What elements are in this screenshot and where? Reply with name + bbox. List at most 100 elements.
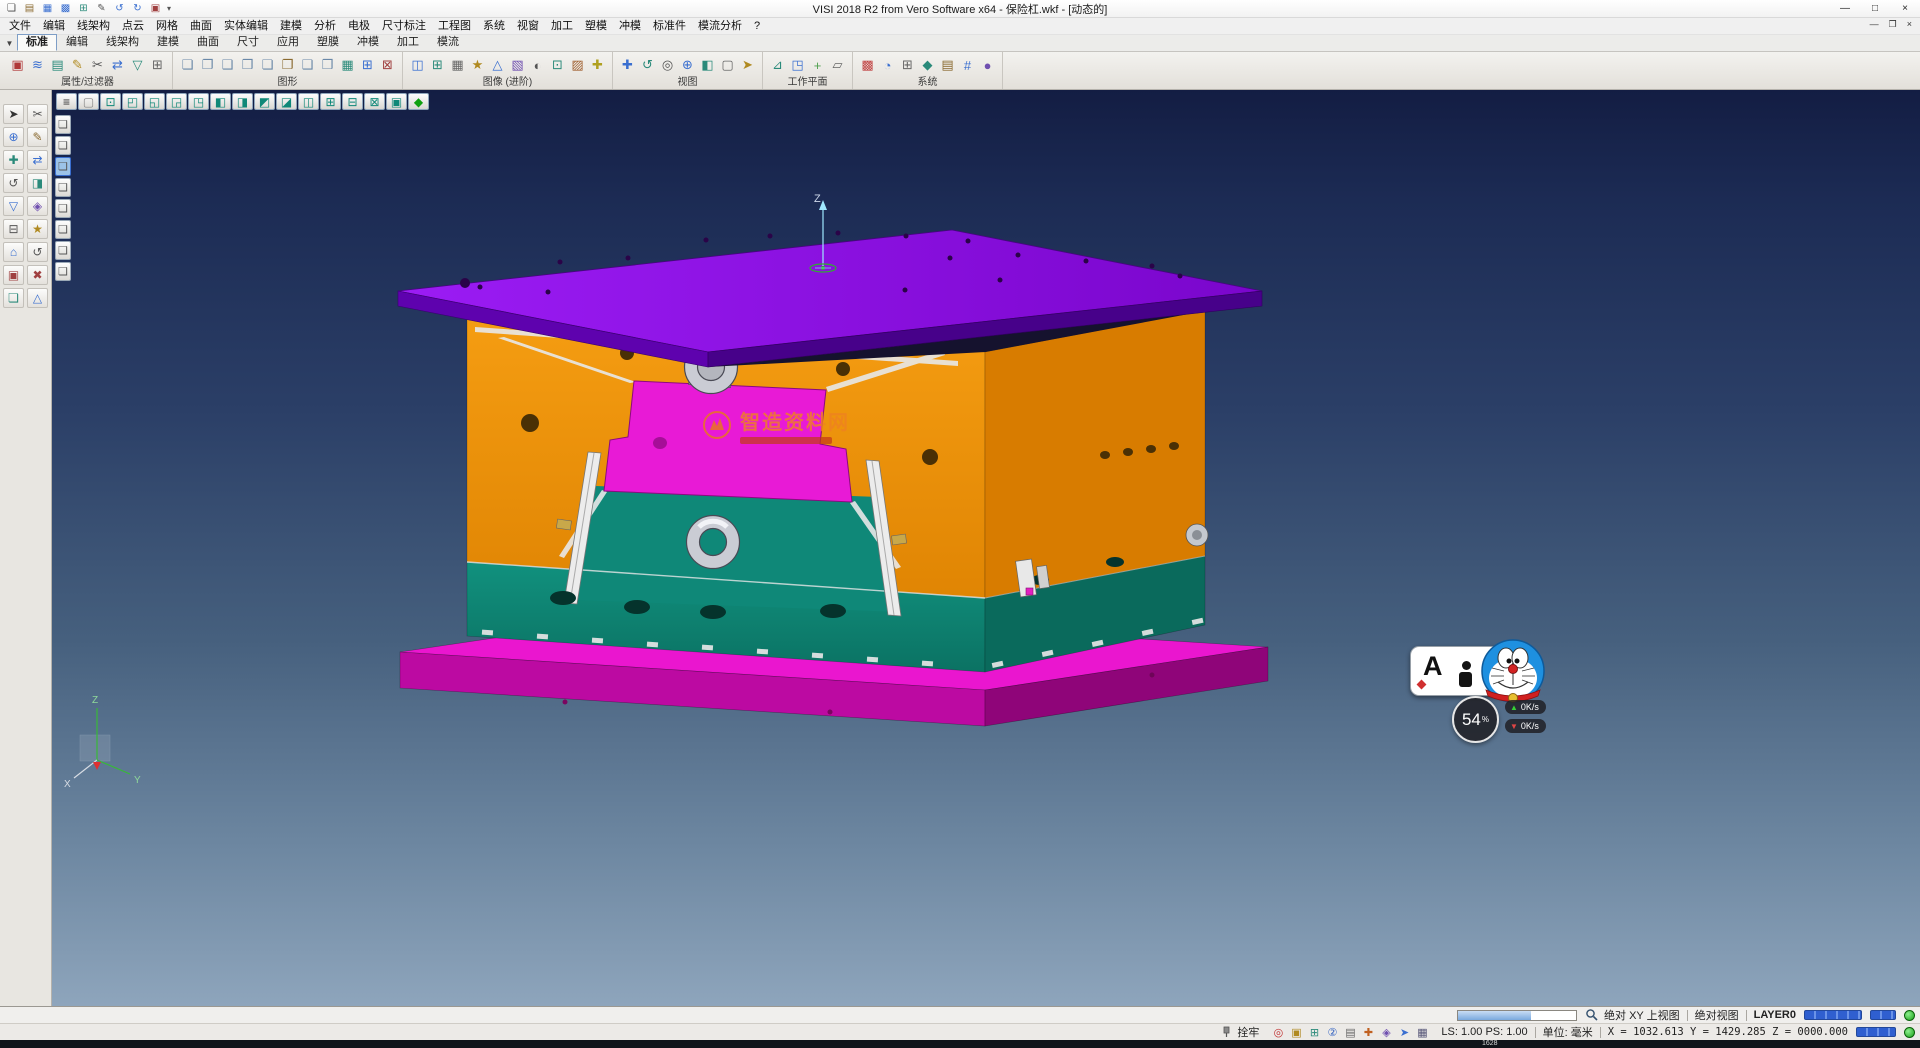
plane-xy[interactable]: ⊿ xyxy=(768,55,787,75)
minimize-button[interactable]: — xyxy=(1830,0,1860,18)
view-ne[interactable]: ◩ xyxy=(254,93,275,110)
edit-attrs[interactable]: ✎ xyxy=(68,55,87,75)
home-view[interactable]: ⌂ xyxy=(3,242,24,262)
menu-item[interactable]: 加工 xyxy=(545,18,579,34)
note-tool[interactable]: ❏ xyxy=(3,288,24,308)
percent-indicator[interactable]: 54% xyxy=(1452,696,1499,743)
view-blank[interactable]: ▢ xyxy=(78,93,99,110)
plane-free[interactable]: ▱ xyxy=(828,55,847,75)
view-top[interactable]: ◰ xyxy=(122,93,143,110)
target-status[interactable]: ◎ xyxy=(1270,1025,1286,1039)
lighting[interactable]: ✚ xyxy=(588,55,607,75)
view-front[interactable]: ◲ xyxy=(166,93,187,110)
calculator[interactable]: ⊞ xyxy=(898,55,917,75)
doc-slot-5[interactable]: ❏ xyxy=(55,199,71,218)
qat-undo[interactable]: ↺ xyxy=(111,1,128,16)
lock-label[interactable]: 拴牢 xyxy=(1237,1024,1259,1040)
units-label[interactable]: 单位: 毫米 xyxy=(1543,1024,1593,1040)
diamond-tool[interactable]: ◈ xyxy=(27,196,48,216)
clipboard-4[interactable]: ❒ xyxy=(238,55,257,75)
ribbon-tab[interactable]: 应用 xyxy=(268,34,308,51)
collapse-tool[interactable]: ⊟ xyxy=(3,219,24,239)
plus-status[interactable]: ✚ xyxy=(1360,1025,1376,1039)
snap-center[interactable]: ⊕ xyxy=(3,127,24,147)
menu-item[interactable]: 线架构 xyxy=(71,18,116,34)
render[interactable]: ⊡ xyxy=(548,55,567,75)
delete-tool[interactable]: ✖ xyxy=(27,265,48,285)
swap-filter[interactable]: ⇄ xyxy=(108,55,127,75)
favorite-tool[interactable]: ★ xyxy=(27,219,48,239)
ribbon-tab[interactable]: 加工 xyxy=(388,34,428,51)
clipboard-5[interactable]: ❏ xyxy=(258,55,277,75)
menu-item[interactable]: 尺寸标注 xyxy=(376,18,432,34)
ribbon-tab[interactable]: 标准 xyxy=(17,34,57,51)
wireframe-mode[interactable]: ⊞ xyxy=(428,55,447,75)
view-nw[interactable]: ◪ xyxy=(276,93,297,110)
qat-caret-icon[interactable]: ▾ xyxy=(164,4,174,13)
add-point[interactable]: ✚ xyxy=(3,150,24,170)
view-sw[interactable]: ◫ xyxy=(298,93,319,110)
menu-item[interactable]: 视窗 xyxy=(511,18,545,34)
qat-save[interactable]: ▦ xyxy=(39,1,56,16)
color-props[interactable]: ▣ xyxy=(8,55,27,75)
grid-settings[interactable]: # xyxy=(958,55,977,75)
view-iso[interactable]: ⊡ xyxy=(100,93,121,110)
view-mode-label[interactable]: 绝对视图 xyxy=(1695,1007,1739,1023)
clipboard-7[interactable]: ❑ xyxy=(298,55,317,75)
ribbon-tab[interactable]: 冲模 xyxy=(348,34,388,51)
half-shade[interactable]: ◨ xyxy=(27,173,48,193)
cut-tool[interactable]: ✂ xyxy=(27,104,48,124)
qat-import[interactable]: ⊞ xyxy=(75,1,92,16)
palette[interactable]: ▩ xyxy=(858,55,877,75)
delete-graphic[interactable]: ⊠ xyxy=(378,55,397,75)
shade-mode[interactable]: ◫ xyxy=(408,55,427,75)
doc-slot-4[interactable]: ❏ xyxy=(55,178,71,197)
qat-redo[interactable]: ↻ xyxy=(129,1,146,16)
database[interactable]: ▤ xyxy=(938,55,957,75)
view-se[interactable]: ⊞ xyxy=(320,93,341,110)
list-status[interactable]: ▤ xyxy=(1342,1025,1358,1039)
rotate-tool[interactable]: ↺ xyxy=(3,173,24,193)
view-orientation-label[interactable]: 绝对 XY 上视图 xyxy=(1604,1007,1680,1023)
render-options[interactable]: ● xyxy=(978,55,997,75)
prism-tool[interactable]: △ xyxy=(27,288,48,308)
view-grid[interactable]: ▦ xyxy=(338,55,357,75)
view-bottom[interactable]: ◱ xyxy=(144,93,165,110)
clipboard-1[interactable]: ❏ xyxy=(178,55,197,75)
doc-slot-8[interactable]: ❏ xyxy=(55,262,71,281)
quality[interactable]: ★ xyxy=(468,55,487,75)
qat-props[interactable]: ▣ xyxy=(147,1,164,16)
grid-status[interactable]: ⊞ xyxy=(1306,1025,1322,1039)
menu-item[interactable]: 工程图 xyxy=(432,18,477,34)
clipboard-2[interactable]: ❐ xyxy=(198,55,217,75)
doc-slot-2[interactable]: ❏ xyxy=(55,136,71,155)
view-axon[interactable]: ⊟ xyxy=(342,93,363,110)
qat-open[interactable]: ▤ xyxy=(21,1,38,16)
undo-view[interactable]: ↺ xyxy=(27,242,48,262)
shadow[interactable]: ◐ xyxy=(528,55,547,75)
ribbon-tab[interactable]: 编辑 xyxy=(57,34,97,51)
doc-slot-3[interactable]: ❏ xyxy=(55,157,71,176)
menu-item[interactable]: 建模 xyxy=(274,18,308,34)
ribbon-tab[interactable]: 曲面 xyxy=(188,34,228,51)
orbit[interactable]: ↺ xyxy=(638,55,657,75)
menu-item[interactable]: 编辑 xyxy=(37,18,71,34)
qat-save-all[interactable]: ▩ xyxy=(57,1,74,16)
next-view[interactable]: ➤ xyxy=(738,55,757,75)
ribbon-tab[interactable]: 线架构 xyxy=(97,34,148,51)
selection-filter[interactable]: ▽ xyxy=(128,55,147,75)
trim-tool[interactable]: ✂ xyxy=(88,55,107,75)
snapshot[interactable]: ⊞ xyxy=(358,55,377,75)
ribbon-tab[interactable]: 模流 xyxy=(428,34,468,51)
section-view[interactable]: △ xyxy=(488,55,507,75)
maximize-button[interactable]: □ xyxy=(1860,0,1890,18)
plane-axis[interactable]: ◳ xyxy=(788,55,807,75)
plane-new[interactable]: + xyxy=(808,55,827,75)
viewport-canvas[interactable]: Z Z X Y xyxy=(52,90,1920,1006)
menu-item[interactable]: 电极 xyxy=(342,18,376,34)
menu-item[interactable]: 文件 xyxy=(3,18,37,34)
menu-item[interactable]: 系统 xyxy=(477,18,511,34)
timer[interactable]: ◔ xyxy=(878,55,897,75)
blank-view[interactable]: ▢ xyxy=(718,55,737,75)
doc-slot-1[interactable]: ❏ xyxy=(55,115,71,134)
